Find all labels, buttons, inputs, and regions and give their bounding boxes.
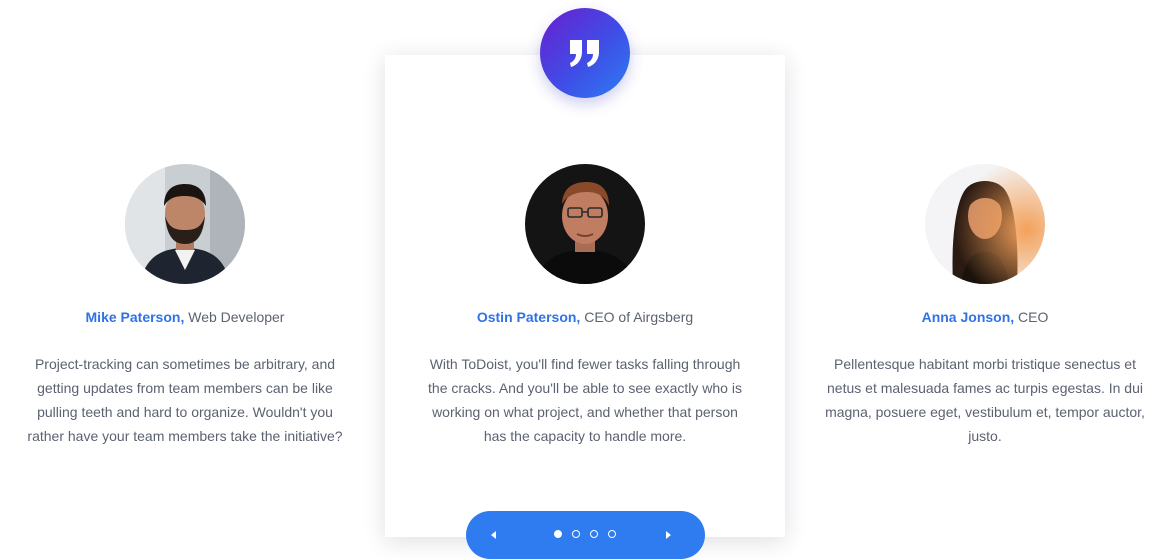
testimonial-name-line: Mike Paterson, Web Developer: [25, 309, 345, 325]
testimonial-quote: With ToDoist, you'll find fewer tasks fa…: [428, 356, 742, 444]
slider-dot-2[interactable]: [572, 530, 580, 538]
testimonial-quote: Project-tracking can sometimes be arbitr…: [27, 356, 343, 444]
person-role: CEO: [1018, 309, 1049, 325]
quote-badge: [540, 8, 630, 98]
person-name: Ostin Paterson,: [476, 309, 581, 325]
avatar-man-beard: [125, 164, 245, 284]
quote-icon: [570, 40, 599, 67]
person-name: Anna Jonson,: [921, 309, 1015, 325]
avatar-man-glasses: [525, 164, 645, 284]
active-testimonial-card: [385, 55, 785, 537]
arrow-left-icon[interactable]: [487, 528, 501, 542]
arrow-right-icon[interactable]: [661, 528, 675, 542]
slider-dot-1[interactable]: [554, 530, 562, 538]
person-role: CEO of Airgsberg: [584, 309, 694, 325]
testimonial-name-line: Anna Jonson, CEO: [825, 309, 1145, 325]
avatar-woman: [925, 164, 1045, 284]
testimonial-quote: Pellentesque habitant morbi tristique se…: [825, 356, 1145, 444]
person-role: Web Developer: [188, 309, 285, 325]
testimonial-name-line: Ostin Paterson, CEO of Airgsberg: [425, 309, 745, 325]
slider-dot-4[interactable]: [608, 530, 616, 538]
slider-dot-3[interactable]: [590, 530, 598, 538]
person-name: Mike Paterson,: [85, 309, 185, 325]
